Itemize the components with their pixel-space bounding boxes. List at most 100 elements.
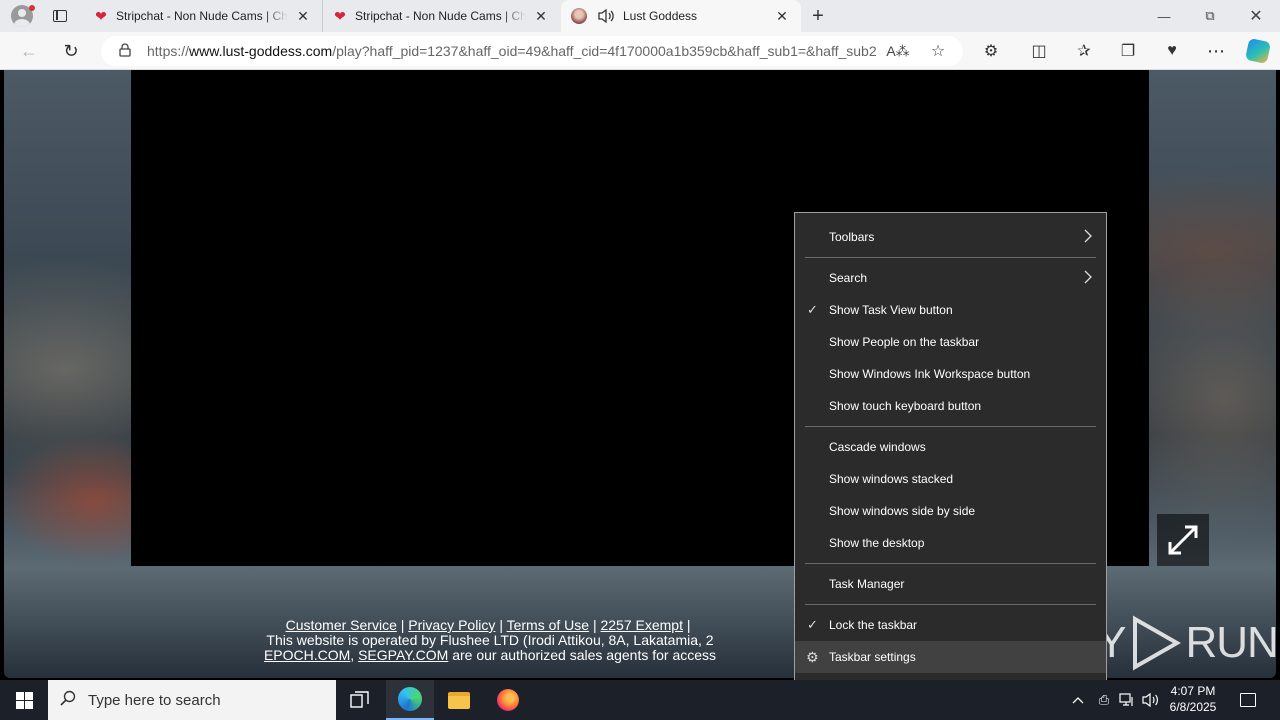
task-view-icon [350, 691, 369, 708]
separator: | [400, 617, 405, 633]
address-bar[interactable]: https://www.lust-goddess.com/play?haff_p… [101, 36, 963, 66]
menu-item-toolbars[interactable]: Toolbars [795, 221, 1106, 253]
close-icon[interactable]: ✕ [532, 7, 550, 25]
menu-item-show-people[interactable]: Show People on the taskbar [795, 326, 1106, 358]
tab-lust-goddess[interactable]: Lust Goddess ✕ [561, 0, 801, 32]
exempt-2257-link[interactable]: 2257 Exempt [600, 617, 683, 633]
taskbar-context-menu: Toolbars Search ✓ Show Task View button … [794, 212, 1107, 681]
tab-title: Lust Goddess [623, 9, 698, 23]
chevron-up-icon [1072, 697, 1084, 704]
speaker-icon[interactable] [597, 8, 615, 24]
taskbar-file-explorer[interactable] [435, 680, 483, 720]
comma: , [350, 647, 355, 663]
tab-stripchat-2[interactable]: ❤ Stripchat - Non Nude Cams | Chat ✕ [322, 0, 560, 32]
tab-title: Stripchat - Non Nude Cams | Chat [116, 9, 288, 23]
tab-stripchat-1[interactable]: ❤ Stripchat - Non Nude Cams | Chat ✕ [84, 0, 322, 32]
browser-toolbar: ← ↻ https://www.lust-goddess.com/play?ha… [0, 32, 1280, 70]
chevron-right-icon [1084, 270, 1092, 284]
notification-icon [1240, 693, 1256, 707]
url-text[interactable]: https://www.lust-goddess.com/play?haff_p… [147, 43, 877, 59]
checkmark-icon: ✓ [807, 302, 818, 317]
taskbar-search-box[interactable]: Type here to search [48, 680, 336, 720]
window-close-button[interactable]: ✕ [1233, 0, 1279, 32]
epoch-link[interactable]: EPOCH.COM [264, 647, 350, 663]
menu-item-windows-stacked[interactable]: Show windows stacked [795, 463, 1106, 495]
taskbar-firefox[interactable] [484, 680, 532, 720]
restore-button[interactable]: ⧉ [1187, 0, 1233, 32]
volume-icon[interactable] [1139, 680, 1163, 720]
url-domain: www.lust-goddess.com [189, 43, 333, 59]
favorites-icon[interactable]: ✰ [1068, 36, 1100, 66]
separator: | [499, 617, 503, 633]
lust-goddess-favicon [571, 8, 587, 24]
action-center-button[interactable] [1230, 680, 1266, 720]
menu-separator [805, 257, 1096, 258]
browser-essentials-icon[interactable]: ♥ [1156, 36, 1188, 66]
split-screen-icon[interactable]: ◫ [1023, 36, 1055, 66]
separator: | [686, 617, 691, 633]
watermark-right: RUN [1185, 618, 1276, 667]
url-scheme: https:// [147, 43, 190, 59]
clock-date: 6/8/2025 [1169, 700, 1217, 714]
start-button[interactable] [0, 680, 48, 720]
profile-alert-badge [29, 5, 35, 11]
folder-icon [448, 691, 470, 709]
heart-icon: ❤ [334, 7, 346, 24]
customer-service-link[interactable]: Customer Service [286, 617, 397, 633]
menu-item-show-desktop[interactable]: Show the desktop [795, 527, 1106, 559]
play-logo-icon [1133, 615, 1182, 671]
close-icon[interactable]: ✕ [294, 7, 312, 25]
terms-of-use-link[interactable]: Terms of Use [507, 617, 589, 633]
menu-item-side-by-side[interactable]: Show windows side by side [795, 495, 1106, 527]
menu-item-cascade-windows[interactable]: Cascade windows [795, 431, 1106, 463]
privacy-policy-link[interactable]: Privacy Policy [408, 617, 495, 633]
menu-item-label: Cascade windows [829, 440, 926, 454]
tab-actions-button[interactable] [44, 0, 76, 32]
extensions-icon[interactable]: ⚙ [975, 36, 1007, 66]
sales-agents-text: are our authorized sales agents for acce… [452, 647, 717, 663]
menu-item-label: Show touch keyboard button [829, 399, 982, 413]
reload-button[interactable]: ↻ [56, 36, 86, 66]
network-icon[interactable] [1115, 680, 1139, 720]
show-hidden-icons-button[interactable] [1066, 680, 1090, 720]
menu-item-label: Show the desktop [829, 536, 925, 550]
lock-icon[interactable] [119, 42, 135, 60]
menu-item-show-task-view[interactable]: ✓ Show Task View button [795, 294, 1106, 326]
copilot-icon[interactable] [1242, 36, 1274, 66]
search-placeholder: Type here to search [88, 691, 221, 709]
search-icon [60, 690, 80, 711]
read-aloud-icon[interactable]: A⁂ [883, 36, 913, 66]
windows-logo-icon [15, 691, 33, 709]
device-icon[interactable]: ⎙ [1092, 680, 1116, 720]
new-tab-button[interactable]: + [803, 0, 833, 32]
menu-item-show-ink-workspace[interactable]: Show Windows Ink Workspace button [795, 358, 1106, 390]
tab-actions-icon [53, 10, 67, 22]
more-options-icon[interactable]: ⋯ [1200, 36, 1232, 66]
menu-item-search[interactable]: Search [795, 262, 1106, 294]
chevron-right-icon [1084, 229, 1092, 243]
menu-item-label: Show Windows Ink Workspace button [829, 367, 1031, 381]
minimize-button[interactable]: — [1141, 0, 1187, 32]
menu-item-label: Toolbars [829, 230, 875, 244]
menu-item-label: Show People on the taskbar [829, 335, 980, 349]
separator: | [592, 617, 597, 633]
checkmark-icon: ✓ [807, 617, 818, 632]
collections-icon[interactable]: ❐ [1112, 36, 1144, 66]
segpay-link[interactable]: SEGPAY.COM [358, 647, 448, 663]
taskbar-edge[interactable] [386, 680, 434, 720]
system-clock[interactable]: 4:07 PM 6/8/2025 [1164, 683, 1222, 715]
menu-item-show-touch-keyboard[interactable]: Show touch keyboard button [795, 390, 1106, 422]
heart-icon: ❤ [95, 7, 107, 24]
back-button[interactable]: ← [14, 36, 44, 66]
clock-time: 4:07 PM [1170, 684, 1216, 698]
menu-item-label: Show Task View button [829, 303, 953, 317]
task-view-button[interactable] [336, 680, 384, 720]
fullscreen-button[interactable] [1157, 514, 1209, 566]
menu-item-task-manager[interactable]: Task Manager [795, 568, 1106, 600]
menu-item-label: Show windows stacked [829, 472, 954, 486]
menu-item-taskbar-settings[interactable]: ⚙ Taskbar settings [795, 641, 1106, 673]
close-icon[interactable]: ✕ [773, 7, 791, 25]
url-path: /play?haff_pid=1237&haff_oid=49&haff_cid… [332, 43, 877, 59]
menu-item-lock-taskbar[interactable]: ✓ Lock the taskbar [795, 609, 1106, 641]
star-icon[interactable]: ☆ [923, 36, 953, 66]
